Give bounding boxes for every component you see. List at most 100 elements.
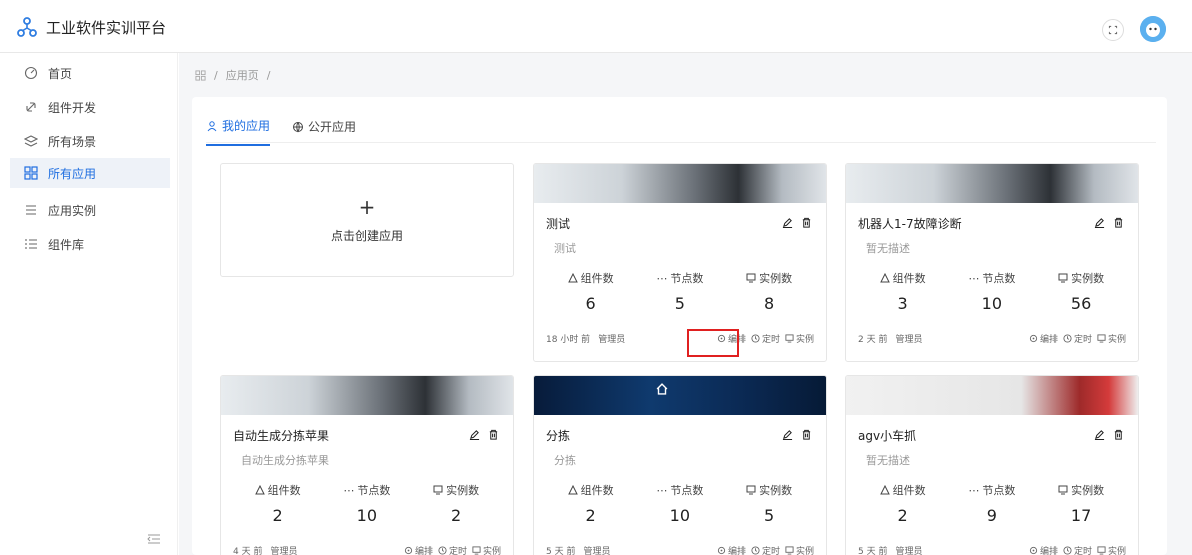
brand[interactable]: 工业软件实训平台 (16, 14, 166, 40)
create-app-card[interactable]: + 点击创建应用 (220, 163, 514, 277)
sidebar-item-home[interactable]: 首页 (10, 58, 170, 88)
stat-value: 10 (356, 506, 378, 525)
stat-value: 9 (986, 506, 997, 525)
schedule-button[interactable]: 定时 (1063, 544, 1092, 555)
edit-icon[interactable] (1094, 429, 1105, 440)
owner: 管理员 (895, 334, 923, 345)
edit-icon[interactable] (782, 429, 793, 440)
top-bar: 工业软件实训平台 (0, 0, 1192, 53)
sidebar-item-component-dev[interactable]: 组件开发 (10, 92, 170, 122)
sidebar-item-component-lib[interactable]: 组件库 (10, 229, 170, 259)
delete-icon[interactable] (1113, 217, 1124, 228)
stat-components: 组件数 2 (858, 482, 947, 525)
app-description: 暂无描述 (866, 242, 910, 255)
sidebar-item-instances[interactable]: 应用实例 (10, 195, 170, 225)
stat-label: 组件数 (892, 484, 926, 497)
stat-components: 组件数 2 (233, 482, 322, 525)
app-card[interactable]: 测试 测试 组件数 6 ⋯ 节点数 5 实例数 8 18 小时 前 管理员 编排… (533, 163, 827, 362)
edit-icon[interactable] (1094, 217, 1105, 228)
delete-icon[interactable] (1113, 429, 1124, 440)
app-banner-image (534, 164, 826, 203)
stat-label: 实例数 (446, 484, 480, 497)
schedule-button[interactable]: 定时 (1063, 332, 1092, 345)
dots-icon: ⋯ (968, 271, 980, 285)
delete-icon[interactable] (801, 217, 812, 228)
edit-icon[interactable] (782, 217, 793, 228)
stat-instances: 实例数 8 (724, 270, 813, 313)
instance-button[interactable]: 实例 (1097, 544, 1126, 555)
instance-button[interactable]: 实例 (785, 544, 814, 555)
stat-value: 10 (669, 506, 691, 525)
user-icon (207, 120, 217, 131)
delete-icon[interactable] (801, 429, 812, 440)
owner: 管理员 (583, 546, 611, 555)
fullscreen-icon[interactable] (1102, 19, 1124, 41)
stat-nodes: ⋯ 节点数 5 (635, 270, 724, 314)
app-description: 分拣 (554, 454, 576, 467)
scrollbar[interactable] (1183, 53, 1192, 555)
monitor-icon (433, 485, 443, 495)
stat-label: 节点数 (982, 272, 1016, 285)
instance-button[interactable]: 实例 (472, 544, 501, 555)
updated-time: 2 天 前 (858, 334, 888, 345)
stat-label: 节点数 (670, 484, 704, 497)
highlight-box (687, 329, 739, 357)
grid-icon[interactable] (195, 69, 206, 81)
sidebar: 首页 组件开发 所有场景 所有应用 应用实例 组件库 (0, 53, 178, 555)
schedule-button[interactable]: 定时 (438, 544, 467, 555)
app-card[interactable]: 机器人1-7故障诊断 暂无描述 组件数 3 ⋯ 节点数 10 实例数 56 2 … (845, 163, 1139, 362)
orchestrate-button[interactable]: 编排 (1029, 332, 1058, 345)
orchestrate-button[interactable]: 编排 (1029, 544, 1058, 555)
monitor-icon (1058, 485, 1068, 495)
breadcrumb-separator: / (266, 68, 271, 82)
schedule-button[interactable]: 定时 (751, 332, 780, 345)
schedule-button[interactable]: 定时 (751, 544, 780, 555)
app-card[interactable]: agv小车抓 暂无描述 组件数 2 ⋯ 节点数 9 实例数 17 5 天 前 管… (845, 375, 1139, 555)
instance-button[interactable]: 实例 (785, 332, 814, 345)
edit-icon[interactable] (469, 429, 480, 440)
app-card[interactable]: 自动生成分拣苹果 自动生成分拣苹果 组件数 2 ⋯ 节点数 10 实例数 2 4… (220, 375, 514, 555)
orchestrate-label: 编排 (1039, 546, 1058, 555)
orchestrate-button[interactable]: 编排 (404, 544, 433, 555)
monitor-icon (1097, 333, 1106, 343)
monitor-icon (785, 333, 794, 343)
stat-value: 56 (1070, 294, 1092, 313)
stat-label: 组件数 (267, 484, 301, 497)
list-number-icon (25, 239, 37, 249)
sidebar-item-label: 所有场景 (48, 134, 97, 149)
stat-label: 组件数 (580, 272, 614, 285)
app-banner-image (846, 164, 1138, 203)
avatar[interactable] (1140, 16, 1166, 42)
instance-button[interactable]: 实例 (1097, 332, 1126, 345)
instance-label: 实例 (1107, 334, 1126, 345)
stat-label: 组件数 (580, 484, 614, 497)
stat-nodes: ⋯ 节点数 9 (947, 482, 1036, 526)
dots-icon: ⋯ (343, 483, 355, 497)
triangle-icon (879, 273, 890, 283)
clock-icon (751, 545, 760, 555)
clock-icon (1063, 333, 1072, 343)
monitor-icon (1097, 545, 1106, 555)
stat-value: 17 (1070, 506, 1092, 525)
sidebar-item-apps[interactable]: 所有应用 (10, 158, 170, 188)
updated-time: 4 天 前 (233, 546, 263, 555)
stat-value: 10 (981, 294, 1003, 313)
orchestrate-button[interactable]: 编排 (717, 544, 746, 555)
triangle-icon (567, 273, 578, 283)
stat-value: 6 (585, 294, 596, 313)
sidebar-item-label: 所有应用 (48, 166, 97, 181)
collapse-sidebar-icon[interactable] (146, 532, 162, 546)
stat-instances: 实例数 2 (411, 482, 500, 525)
app-title: 工业软件实训平台 (46, 18, 167, 37)
breadcrumb-current[interactable]: 应用页 (226, 67, 259, 83)
grid-icon (24, 166, 38, 180)
delete-icon[interactable] (488, 429, 499, 440)
app-card[interactable]: 分拣 分拣 组件数 2 ⋯ 节点数 10 实例数 5 5 天 前 管理员 编排 … (533, 375, 827, 555)
stat-value: 5 (763, 506, 775, 525)
app-description: 测试 (554, 242, 576, 255)
stat-value: 8 (763, 294, 775, 313)
sidebar-item-scenes[interactable]: 所有场景 (10, 126, 170, 156)
owner: 管理员 (895, 546, 923, 555)
monitor-icon (1058, 273, 1068, 283)
dots-icon: ⋯ (968, 483, 980, 497)
